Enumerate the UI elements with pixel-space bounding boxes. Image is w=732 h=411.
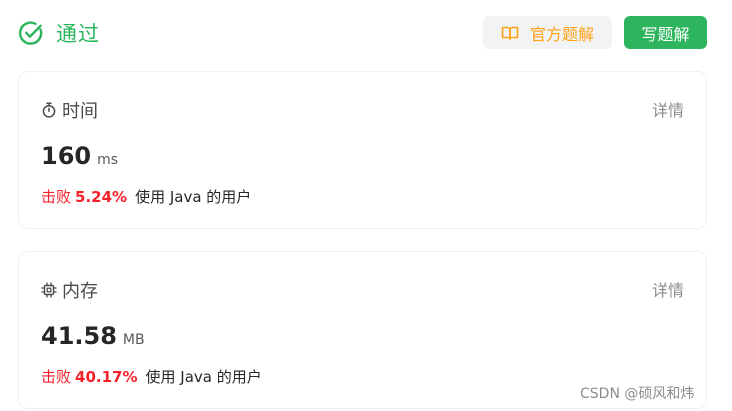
official-solution-button[interactable]: 官方题解 bbox=[483, 16, 612, 49]
memory-unit: MB bbox=[122, 332, 145, 348]
memory-value-row: 41.58 MB bbox=[41, 322, 145, 350]
result-header: 通过 官方题解 写题解 bbox=[18, 16, 708, 50]
runtime-value: 160 bbox=[41, 142, 92, 170]
memory-value: 41.58 bbox=[41, 322, 117, 350]
status-text: 通过 bbox=[56, 22, 100, 46]
book-icon bbox=[501, 25, 519, 41]
runtime-title: 时间 bbox=[62, 101, 98, 122]
memory-beat-row: 击败 40.17% 使用 Java 的用户 bbox=[41, 366, 262, 387]
write-solution-label: 写题解 bbox=[641, 24, 690, 44]
runtime-value-row: 160 ms bbox=[41, 142, 118, 170]
memory-beat-suffix: 使用 Java 的用户 bbox=[145, 368, 262, 386]
memory-detail-link[interactable]: 详情 bbox=[652, 277, 684, 301]
runtime-beat-row: 击败 5.24% 使用 Java 的用户 bbox=[41, 186, 251, 207]
runtime-detail-link[interactable]: 详情 bbox=[652, 97, 684, 121]
runtime-card-title: 时间 bbox=[41, 97, 98, 123]
runtime-beat-label: 击败 bbox=[41, 188, 72, 206]
official-solution-label: 官方题解 bbox=[529, 24, 594, 44]
memory-beat-percent: 40.17% bbox=[75, 368, 138, 386]
stopwatch-icon bbox=[41, 102, 57, 118]
submission-status: 通过 bbox=[18, 16, 100, 50]
memory-beat-label: 击败 bbox=[41, 368, 72, 386]
runtime-unit: ms bbox=[97, 152, 119, 168]
runtime-beat-percent: 5.24% bbox=[75, 188, 128, 206]
memory-title: 内存 bbox=[62, 281, 98, 302]
runtime-card: 时间 详情 160 ms 击败 5.24% 使用 Java 的用户 bbox=[18, 71, 707, 229]
write-solution-button[interactable]: 写题解 bbox=[624, 16, 707, 49]
check-circle-icon bbox=[18, 20, 44, 46]
runtime-beat-suffix: 使用 Java 的用户 bbox=[135, 188, 252, 206]
csdn-watermark: CSDN @硕风和炜 bbox=[580, 386, 695, 402]
memory-card-title: 内存 bbox=[41, 277, 98, 303]
chip-icon bbox=[41, 282, 57, 298]
